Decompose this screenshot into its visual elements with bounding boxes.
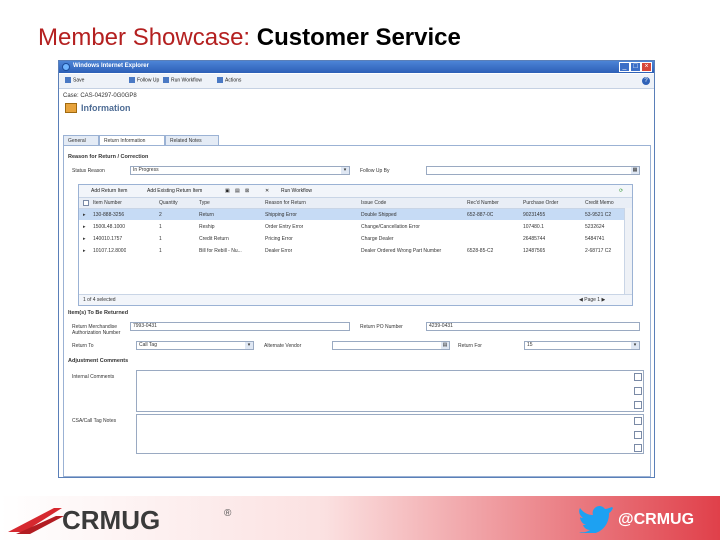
return-section-header: Reason for Return / Correction bbox=[68, 154, 149, 160]
follow-up-field[interactable]: ▦ bbox=[426, 166, 640, 175]
tab-related-notes[interactable]: Related Notes bbox=[165, 135, 219, 145]
toolbar-save[interactable]: Save bbox=[65, 77, 84, 83]
refresh-icon[interactable]: ⟳ bbox=[619, 188, 623, 194]
grid-scrollbar[interactable] bbox=[624, 208, 632, 294]
case-form-icon bbox=[65, 103, 77, 113]
grid-header: Item Number Quantity Type Reason for Ret… bbox=[79, 198, 632, 209]
logo-text-dark: CRMUG bbox=[62, 505, 160, 535]
chevron-down-icon: ▾ bbox=[631, 342, 639, 349]
return-for-select[interactable]: 15 ▾ bbox=[524, 341, 640, 350]
case-header: Case: CAS-04297-0G0GP8 Information bbox=[59, 89, 654, 127]
case-number: Case: CAS-04297-0G0GP8 bbox=[63, 93, 137, 99]
chart-icon[interactable]: ▤ bbox=[235, 188, 240, 194]
save-icon bbox=[65, 77, 71, 83]
twitter-bird-icon bbox=[579, 505, 613, 533]
csa-notes-label: CSA/Call Tag Notes bbox=[72, 418, 117, 424]
col-type[interactable]: Type bbox=[199, 200, 210, 206]
col-quantity[interactable]: Quantity bbox=[159, 200, 178, 206]
expand-icon[interactable]: ▸ bbox=[83, 224, 86, 230]
form-panel: Reason for Return / Correction Status Re… bbox=[63, 145, 651, 477]
lookup-icon[interactable]: ▤ bbox=[441, 342, 449, 349]
table-row[interactable]: ▸ 10107.12.8000 1 Bill for Rebill - Nu..… bbox=[79, 245, 632, 256]
col-reason[interactable]: Reason for Return bbox=[265, 200, 306, 206]
col-credit-memo[interactable]: Credit Memo bbox=[585, 200, 614, 206]
scroll-up-icon[interactable] bbox=[634, 417, 642, 425]
status-reason-select[interactable]: In Progress ▾ bbox=[130, 166, 350, 175]
selection-count: 1 of 4 selected bbox=[83, 297, 116, 303]
select-all-checkbox[interactable] bbox=[83, 200, 89, 206]
tab-return-information[interactable]: Return Information bbox=[99, 135, 165, 145]
workflow-icon bbox=[163, 77, 169, 83]
table-row[interactable]: ▸ 130-888-3256 2 Return Shipping Error D… bbox=[79, 209, 632, 220]
alternate-vendor-field[interactable]: ▤ bbox=[332, 341, 450, 350]
rma-label: Return Merchandise Authorization Number bbox=[72, 324, 121, 336]
toolbar-follow-up[interactable]: Follow Up bbox=[129, 77, 159, 83]
grid-run-workflow-button[interactable]: Run Workflow bbox=[281, 188, 312, 194]
form-toolbar: Save Follow Up Run Workflow Actions ? bbox=[59, 74, 654, 89]
expand-icon[interactable]: ▸ bbox=[83, 212, 86, 218]
delete-icon[interactable]: ✕ bbox=[265, 188, 269, 194]
return-po-field[interactable]: 4239-0431 bbox=[426, 322, 640, 331]
return-to-label: Return To bbox=[72, 343, 94, 349]
scroll-up-icon[interactable] bbox=[634, 373, 642, 381]
table-row[interactable]: ▸ 1500L48.1000 1 Reship Order Entry Erro… bbox=[79, 221, 632, 232]
toolbar-run-workflow[interactable]: Run Workflow bbox=[163, 77, 202, 83]
help-icon[interactable]: ? bbox=[642, 77, 650, 85]
slide-title: Member Showcase: Customer Service bbox=[38, 24, 461, 52]
close-button[interactable]: × bbox=[641, 62, 652, 72]
return-po-label: Return PO Number bbox=[360, 324, 403, 330]
col-recd-number[interactable]: Rec'd Number bbox=[467, 200, 499, 206]
return-for-label: Return For bbox=[458, 343, 482, 349]
actions-icon bbox=[217, 77, 223, 83]
minimize-button[interactable]: _ bbox=[619, 62, 630, 72]
grid-pager[interactable]: ◀ Page 1 ▶ bbox=[579, 297, 605, 303]
table-row[interactable]: ▸ 140010.1757 1 Credit Return Pricing Er… bbox=[79, 233, 632, 244]
csa-notes-textarea[interactable] bbox=[136, 414, 644, 454]
expand-icon[interactable]: ▸ bbox=[83, 248, 86, 254]
status-reason-label: Status Reason bbox=[72, 168, 105, 174]
window-title: Windows Internet Explorer bbox=[73, 63, 149, 69]
add-existing-return-item-button[interactable]: Add Existing Return Item bbox=[147, 188, 202, 194]
scroll-mid-icon[interactable] bbox=[634, 387, 642, 395]
window-titlebar: Windows Internet Explorer _ □ × bbox=[59, 61, 654, 73]
col-item-number[interactable]: Item Number bbox=[93, 200, 122, 206]
excel-icon[interactable]: ▣ bbox=[225, 188, 230, 194]
return-items-grid: Add Return Item Add Existing Return Item… bbox=[78, 184, 633, 306]
rma-field[interactable]: 7993-0431 bbox=[130, 322, 350, 331]
alternate-vendor-label: Alternate Vendor bbox=[264, 343, 302, 349]
items-section-header: Item(s) To Be Returned bbox=[68, 310, 129, 316]
col-purchase-order[interactable]: Purchase Order bbox=[523, 200, 558, 206]
adjustment-header: Adjustment Comments bbox=[68, 358, 129, 364]
slide-title-prefix: Member Showcase: bbox=[38, 24, 257, 51]
form-title: Information bbox=[81, 103, 131, 113]
assign-icon[interactable]: ⊠ bbox=[245, 188, 249, 194]
follow-up-label: Follow Up By bbox=[360, 168, 390, 174]
expand-icon[interactable]: ▸ bbox=[83, 236, 86, 242]
chevron-down-icon: ▾ bbox=[245, 342, 253, 349]
browser-window: Windows Internet Explorer _ □ × Save Fol… bbox=[58, 60, 655, 478]
maximize-button[interactable]: □ bbox=[630, 62, 641, 72]
scroll-down-icon[interactable] bbox=[634, 401, 642, 409]
follow-up-icon bbox=[129, 77, 135, 83]
toolbar-actions[interactable]: Actions bbox=[217, 77, 241, 83]
slide-title-main: Customer Service bbox=[256, 24, 461, 51]
registered-mark: ® bbox=[224, 508, 232, 519]
calendar-icon[interactable]: ▦ bbox=[631, 167, 639, 174]
scroll-down-icon[interactable] bbox=[634, 444, 642, 452]
twitter-handle: @CRMUG bbox=[618, 511, 695, 528]
chevron-down-icon: ▾ bbox=[341, 167, 349, 174]
internal-comments-textarea[interactable] bbox=[136, 370, 644, 412]
col-issue-code[interactable]: Issue Code bbox=[361, 200, 386, 206]
grid-footer: 1 of 4 selected ◀ Page 1 ▶ bbox=[79, 294, 632, 305]
return-to-select[interactable]: Call Tag ▾ bbox=[136, 341, 254, 350]
grid-toolbar: Add Return Item Add Existing Return Item… bbox=[79, 185, 632, 198]
internet-explorer-icon bbox=[62, 63, 70, 71]
scroll-mid-icon[interactable] bbox=[634, 431, 642, 439]
internal-comments-label: Internal Comments bbox=[72, 374, 115, 380]
tab-general[interactable]: General bbox=[63, 135, 99, 145]
crmug-logo: CRMUG ® bbox=[8, 505, 232, 535]
add-return-item-button[interactable]: Add Return Item bbox=[91, 188, 127, 194]
